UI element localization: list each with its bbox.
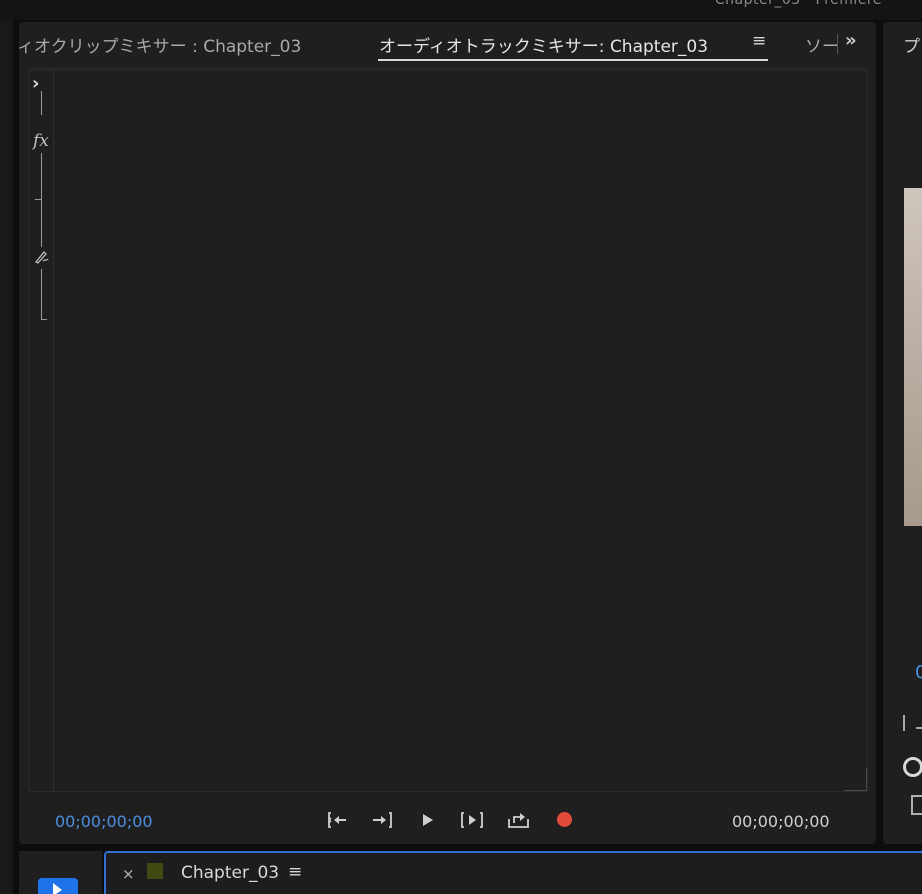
rail-line [41,153,42,199]
active-tab-indicator [378,59,768,61]
automation-pen-icon [34,251,49,264]
play-in-to-out-icon [461,812,483,828]
timecode-duration: 00;00;00;00 [732,812,830,831]
mixer-track-area: › fx [28,70,868,792]
program-monitor-tab[interactable]: プ [903,32,920,57]
resize-corner[interactable] [844,768,867,791]
mixer-side-rail: › fx [29,71,54,791]
left-gutter [0,20,13,894]
tab-audio-clip-mixer[interactable]: ィオクリップミキサー : Chapter_03 [19,32,301,57]
fx-icon: fx [33,131,49,151]
panel-tab-strip: ィオクリップミキサー : Chapter_03 オーディオトラックミキサー: C… [19,22,876,68]
tab-separator [837,34,838,54]
rail-line [41,269,42,319]
selection-tool-button[interactable] [38,878,78,894]
panel-menu-icon[interactable]: ≡ [752,31,766,51]
play-in-to-out-button[interactable] [459,808,485,832]
playhead-marker [903,715,905,731]
ruler-tick [916,727,922,729]
program-timecode[interactable]: 0 [915,662,922,683]
close-icon[interactable]: × [122,865,135,883]
program-monitor-panel: プ 0 [883,22,922,844]
title-bar: Chapter_03 · Premiere [0,0,922,20]
go-to-out-icon [373,812,392,828]
go-to-in-button[interactable] [325,808,351,832]
loop-button[interactable] [506,808,532,832]
rail-line [41,199,42,247]
sequence-color-label [147,863,163,879]
record-button[interactable] [557,812,572,827]
expand-effects-icon[interactable]: › [32,73,39,94]
mark-in-icon[interactable] [903,757,922,777]
tab-overflow-icon[interactable]: » [845,30,857,51]
go-to-out-button[interactable] [369,808,395,832]
go-to-in-icon [328,812,346,828]
window-title: Chapter_03 · Premiere [714,0,882,8]
tab-source[interactable]: ソー [805,32,839,57]
selection-arrow-icon [53,883,62,894]
program-preview-image [904,188,922,526]
tab-audio-track-mixer[interactable]: オーディオトラックミキサー: Chapter_03 [379,32,708,57]
rail-tick [41,319,47,320]
audio-mixer-panel: ィオクリップミキサー : Chapter_03 オーディオトラックミキサー: C… [19,22,876,844]
tab-divider [27,68,867,69]
export-frame-icon [508,813,529,828]
play-icon [423,814,433,826]
play-button[interactable] [414,808,440,832]
app-root: Chapter_03 · Premiere ィオクリップミキサー : Chapt… [0,0,922,894]
timeline-panel: × Chapter_03 ≡ [104,851,922,894]
rail-line [41,91,42,115]
timeline-menu-icon[interactable]: ≡ [288,862,302,882]
crop-icon[interactable] [911,795,922,815]
sequence-tab-title[interactable]: Chapter_03 [181,863,279,883]
timecode-current[interactable]: 00;00;00;00 [55,812,153,831]
